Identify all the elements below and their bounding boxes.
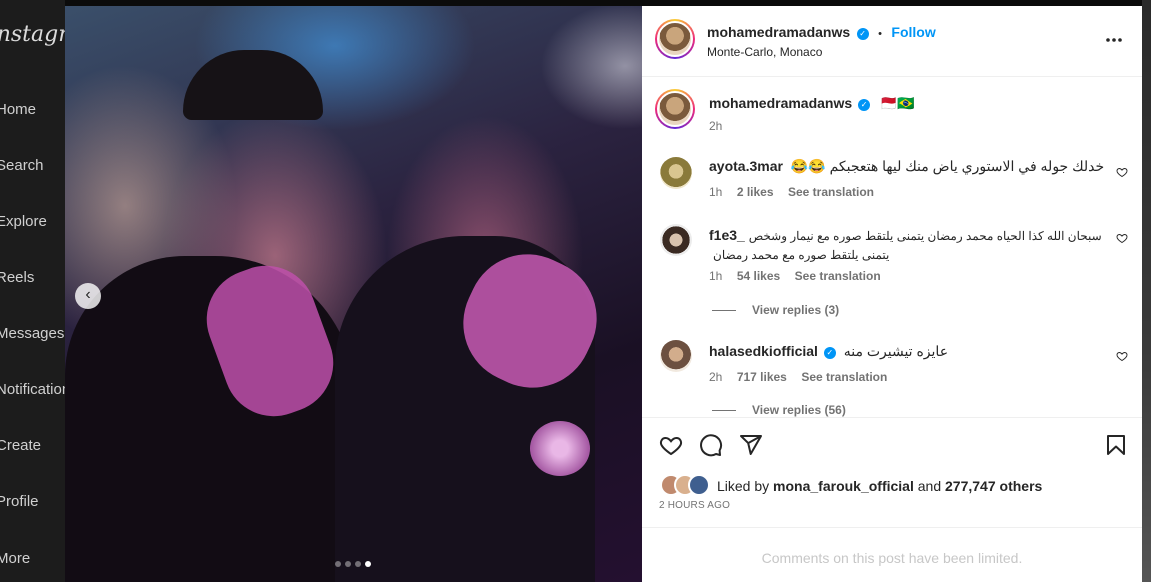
section-divider: [642, 527, 1142, 528]
liked-by-user[interactable]: mona_farouk_official: [773, 478, 914, 494]
comment-likes[interactable]: 54 likes: [737, 269, 780, 283]
liked-by-prefix: Liked by: [717, 478, 770, 494]
comment-line: f1e3_ سبحان الله كذا الحياه محمد رمضان ي…: [709, 226, 1109, 264]
comment-line: ayota.3mar خدلك جوله في الاستوري ياض منك…: [709, 158, 1104, 175]
heart-icon[interactable]: [659, 433, 683, 457]
sidebar-item-home[interactable]: Home: [0, 101, 36, 118]
replies-divider: [712, 409, 736, 411]
comment-time[interactable]: 1h: [709, 185, 722, 199]
view-replies-label: View replies (3): [752, 303, 840, 317]
view-replies-label: View replies (56): [752, 403, 846, 417]
comment-username[interactable]: ayota.3mar: [709, 158, 783, 174]
see-translation-button[interactable]: See translation: [795, 269, 881, 283]
comment-meta: 2h 717 likes See translation: [709, 368, 887, 386]
comment-heart-icon[interactable]: [1116, 166, 1128, 178]
comment-text: سبحان الله كذا الحياه محمد رمضان يتمنى ي…: [713, 229, 1102, 262]
photo-cap: [183, 50, 323, 120]
caption-text: 🇲🇨🇧🇷: [879, 95, 915, 111]
caption-time[interactable]: 2h: [709, 119, 722, 133]
comment-time[interactable]: 2h: [709, 370, 722, 384]
carousel-dot: [345, 561, 351, 567]
more-options-button[interactable]: [1104, 30, 1124, 50]
liker-avatars[interactable]: [660, 474, 712, 496]
verified-badge-icon: ✓: [823, 347, 836, 359]
comment-meta: 1h 2 likes See translation: [709, 183, 874, 201]
comment-heart-icon[interactable]: [1116, 232, 1128, 244]
follow-button[interactable]: Follow: [891, 24, 935, 40]
comments-limited-notice: Comments on this post have been limited.: [761, 550, 1023, 566]
carousel-dot: [355, 561, 361, 567]
comment-username[interactable]: f1e3_: [709, 227, 745, 243]
sidebar-item-messages[interactable]: Messages: [0, 325, 64, 342]
comment-icon[interactable]: [699, 433, 723, 457]
bookmark-icon[interactable]: [1104, 433, 1128, 457]
sidebar-item-more[interactable]: More: [0, 550, 30, 567]
caption-avatar[interactable]: [655, 89, 695, 129]
comment-username[interactable]: halasedkiofficial: [709, 343, 818, 359]
sidebar-item-profile[interactable]: Profile: [0, 493, 39, 510]
comment-likes[interactable]: 717 likes: [737, 370, 787, 384]
likes-summary: Liked by mona_farouk_official and 277,74…: [717, 478, 1042, 494]
author-username[interactable]: mohamedramadanws: [707, 24, 850, 40]
photo-watch: [530, 421, 590, 476]
post-location[interactable]: Monte-Carlo, Monaco: [707, 45, 822, 59]
comment-avatar[interactable]: [660, 224, 692, 256]
header-separator: •: [878, 28, 882, 40]
section-divider: [642, 417, 1142, 418]
liked-by-and: and: [917, 478, 942, 494]
caption-line: mohamedramadanws ✓ 🇲🇨🇧🇷: [709, 95, 915, 112]
comment-meta: 1h 54 likes See translation: [709, 267, 881, 285]
sidebar-item-search[interactable]: Search: [0, 157, 44, 174]
verified-badge-icon: ✓: [856, 28, 869, 40]
see-translation-button[interactable]: See translation: [801, 370, 887, 384]
post-header: mohamedramadanws ✓ • Follow Monte-Carlo,…: [642, 6, 1142, 77]
post-timestamp[interactable]: 2 HOURS AGO: [659, 500, 730, 511]
see-translation-button[interactable]: See translation: [788, 185, 874, 199]
comment-likes[interactable]: 2 likes: [737, 185, 774, 199]
caption-username[interactable]: mohamedramadanws: [709, 95, 852, 111]
more-horizontal-icon: [1106, 38, 1122, 42]
view-replies-button[interactable]: View replies (3): [712, 303, 839, 317]
carousel-indicator: [335, 561, 371, 567]
comment-time[interactable]: 1h: [709, 269, 722, 283]
view-replies-button[interactable]: View replies (56): [712, 403, 846, 417]
verified-badge-icon: ✓: [858, 99, 871, 111]
carousel-prev-button[interactable]: ‹: [75, 283, 101, 309]
sidebar-item-explore[interactable]: Explore: [0, 213, 47, 230]
comment-avatar[interactable]: [660, 157, 692, 189]
liked-by-others[interactable]: 277,747 others: [945, 478, 1042, 494]
sidebar: Instagram Home Search Explore Reels Mess…: [0, 0, 65, 582]
comment-heart-icon[interactable]: [1116, 350, 1128, 362]
sidebar-item-create[interactable]: Create: [0, 437, 41, 454]
sidebar-item-reels[interactable]: Reels: [0, 269, 34, 286]
share-icon[interactable]: [739, 433, 763, 457]
post-details-panel: mohamedramadanws ✓ • Follow Monte-Carlo,…: [642, 6, 1142, 582]
author-avatar[interactable]: [655, 19, 695, 59]
replies-divider: [712, 309, 736, 311]
comment-avatar[interactable]: [660, 340, 692, 372]
carousel-dot: [335, 561, 341, 567]
carousel-dot-active: [365, 561, 371, 567]
modal-backdrop[interactable]: [1142, 0, 1151, 582]
comment-text: عايزه تيشيرت منه: [843, 343, 949, 359]
comment-line: halasedkiofficial ✓ عايزه تيشيرت منه: [709, 343, 948, 360]
sidebar-item-notifications[interactable]: Notifications: [0, 381, 65, 398]
chevron-left-icon: ‹: [85, 286, 91, 303]
comment-text: خدلك جوله في الاستوري ياض منك ليها هتعجب…: [790, 158, 1105, 174]
post-photo[interactable]: ‹: [65, 6, 642, 582]
instagram-logo[interactable]: Instagram: [0, 22, 65, 47]
